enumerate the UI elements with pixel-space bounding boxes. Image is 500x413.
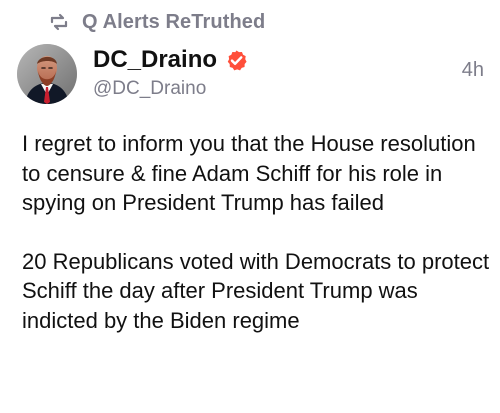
post-paragraph: 20 Republicans voted with Democrats to p… — [22, 248, 490, 333]
truth-post[interactable]: Q Alerts ReTruthed DC_Draino @DC_Draino … — [0, 0, 500, 413]
author-handle[interactable]: @DC_Draino — [93, 76, 480, 101]
author-display-name[interactable]: DC_Draino — [93, 45, 217, 75]
avatar[interactable] — [17, 44, 77, 104]
avatar-image — [17, 44, 77, 104]
post-paragraph: I regret to inform you that the House re… — [22, 131, 476, 215]
post-body: I regret to inform you that the House re… — [22, 129, 492, 335]
retruth-label[interactable]: Q Alerts ReTruthed — [82, 11, 265, 34]
verified-icon — [225, 49, 248, 72]
post-timestamp[interactable]: 4h — [462, 59, 484, 82]
author-name-row: DC_Draino — [93, 45, 480, 75]
retruth-row: Q Alerts ReTruthed — [48, 8, 265, 36]
author-header: DC_Draino @DC_Draino — [93, 45, 480, 101]
retruth-icon — [48, 11, 70, 33]
